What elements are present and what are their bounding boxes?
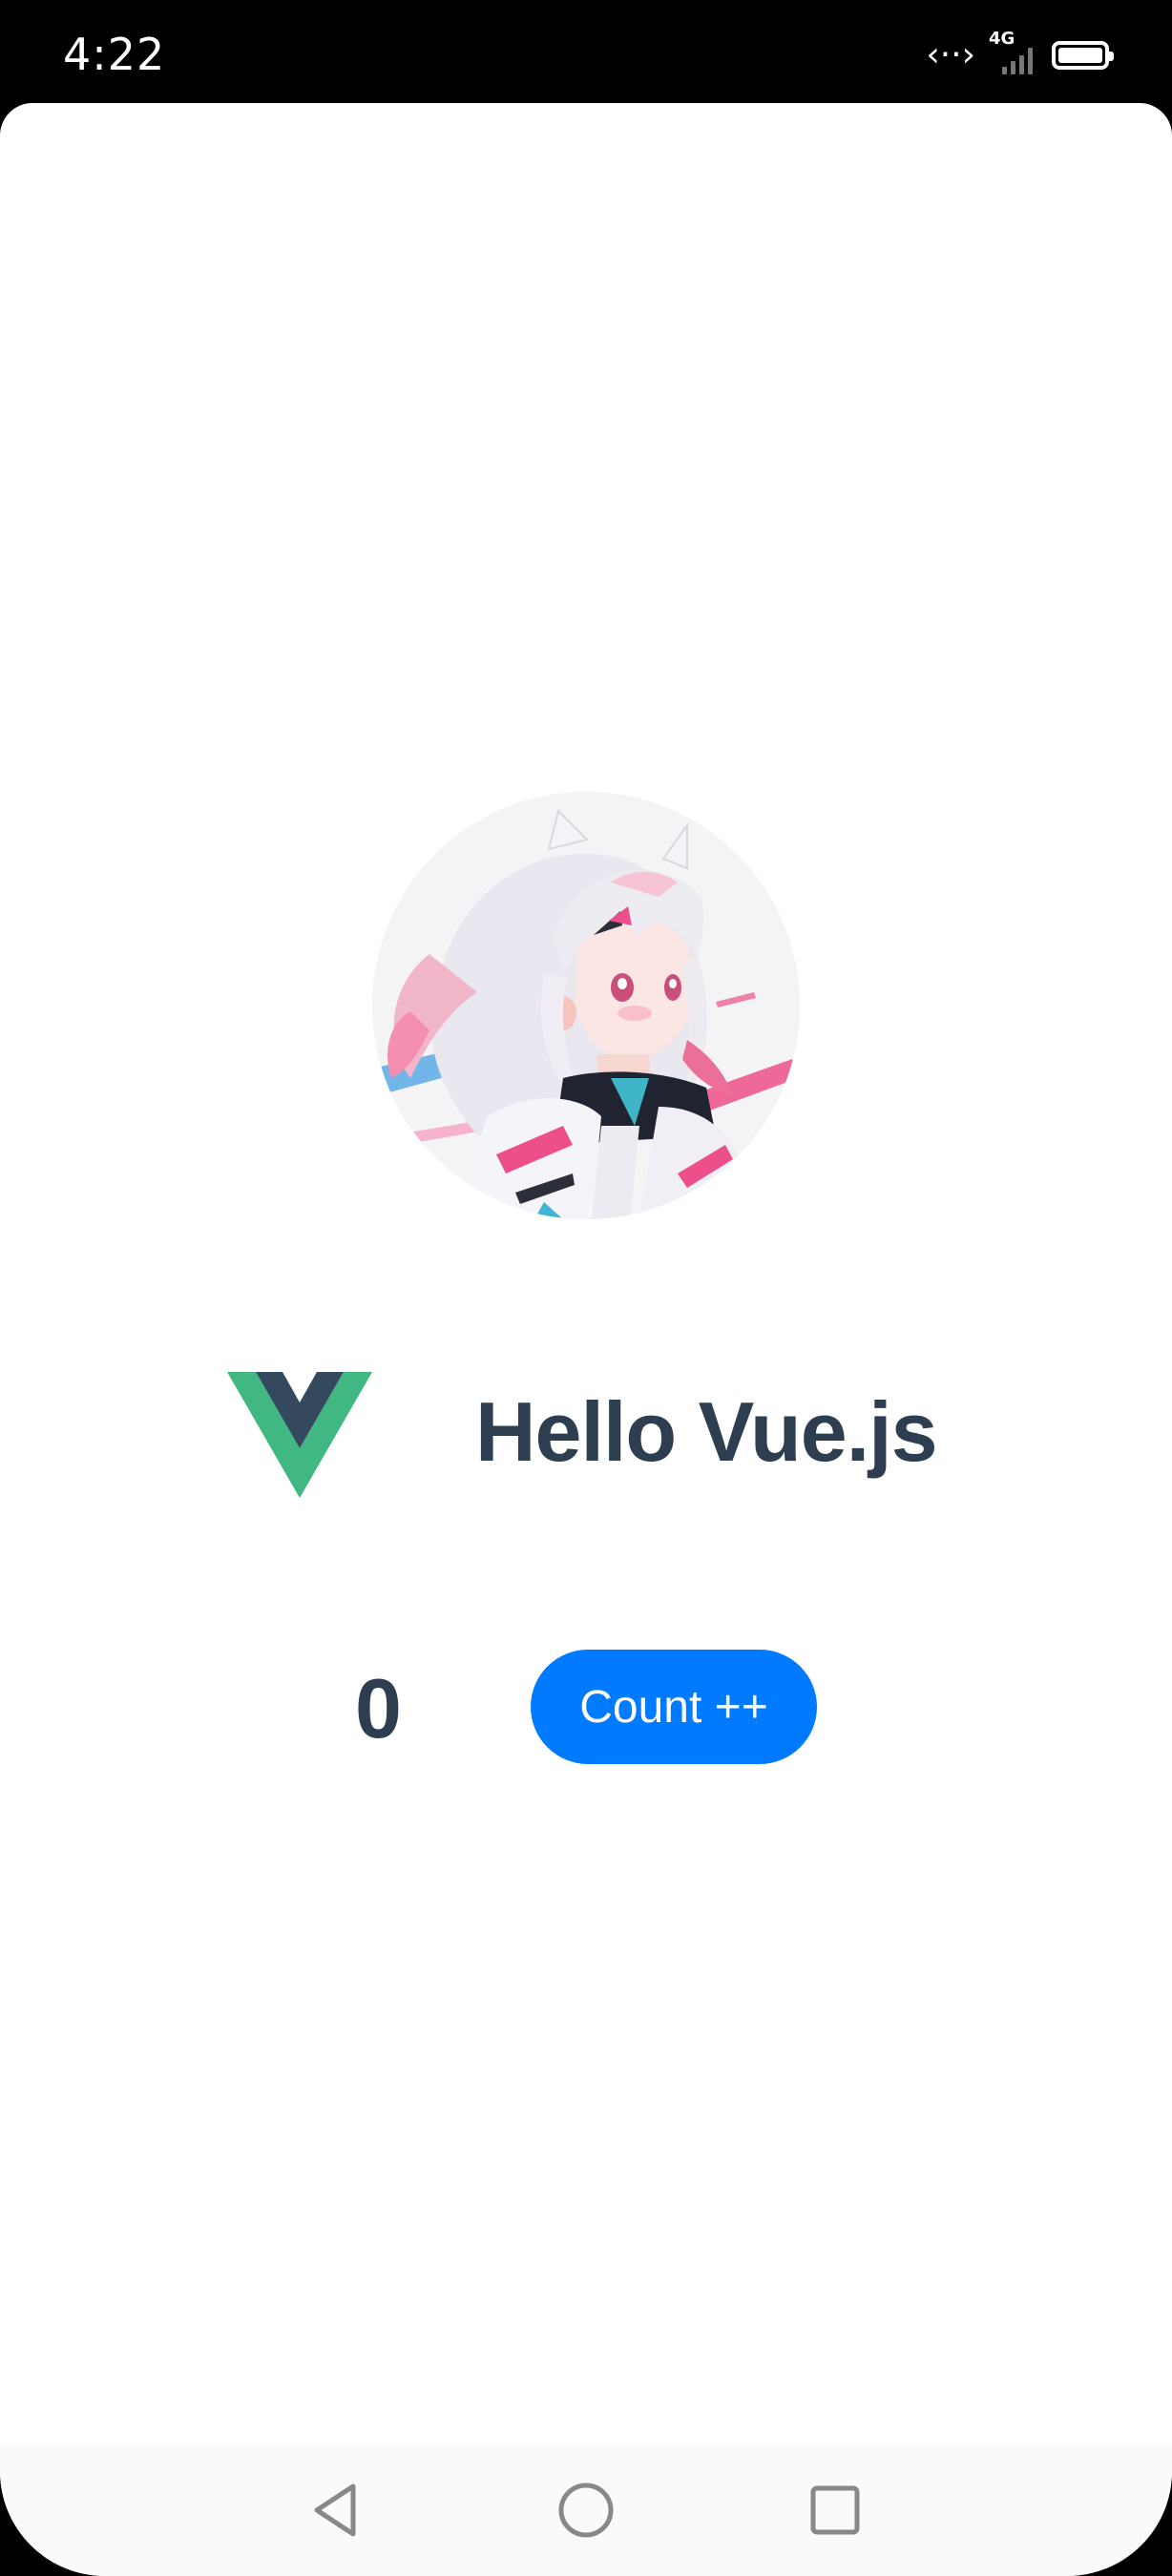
app-view: Hello Vue.js 0 Count ++ [0,103,1172,2576]
count-increment-button[interactable]: Count ++ [531,1650,817,1764]
recents-square-icon[interactable] [802,2477,869,2544]
status-time: 4:22 [63,29,166,80]
phone-screen: 4:22 ‹··› 4G Hello Vue.js 0 Count ++ [0,0,1172,2576]
vue-logo-icon [227,1372,372,1498]
status-icons: ‹··› 4G [926,29,1114,78]
page-title: Hello Vue.js [475,1384,938,1479]
cellular-signal-icon: 4G [989,29,1038,78]
avatar [372,792,800,1219]
home-circle-icon[interactable] [553,2477,619,2544]
status-bar: 4:22 ‹··› 4G [0,0,1172,103]
back-triangle-icon[interactable] [303,2477,370,2544]
data-transfer-icon: ‹··› [926,35,975,74]
system-navigation-bar [0,2444,1172,2576]
battery-icon [1052,41,1114,70]
counter-value: 0 [355,1661,402,1755]
avatar-illustration [372,792,800,1219]
network-type-label: 4G [989,29,1015,49]
